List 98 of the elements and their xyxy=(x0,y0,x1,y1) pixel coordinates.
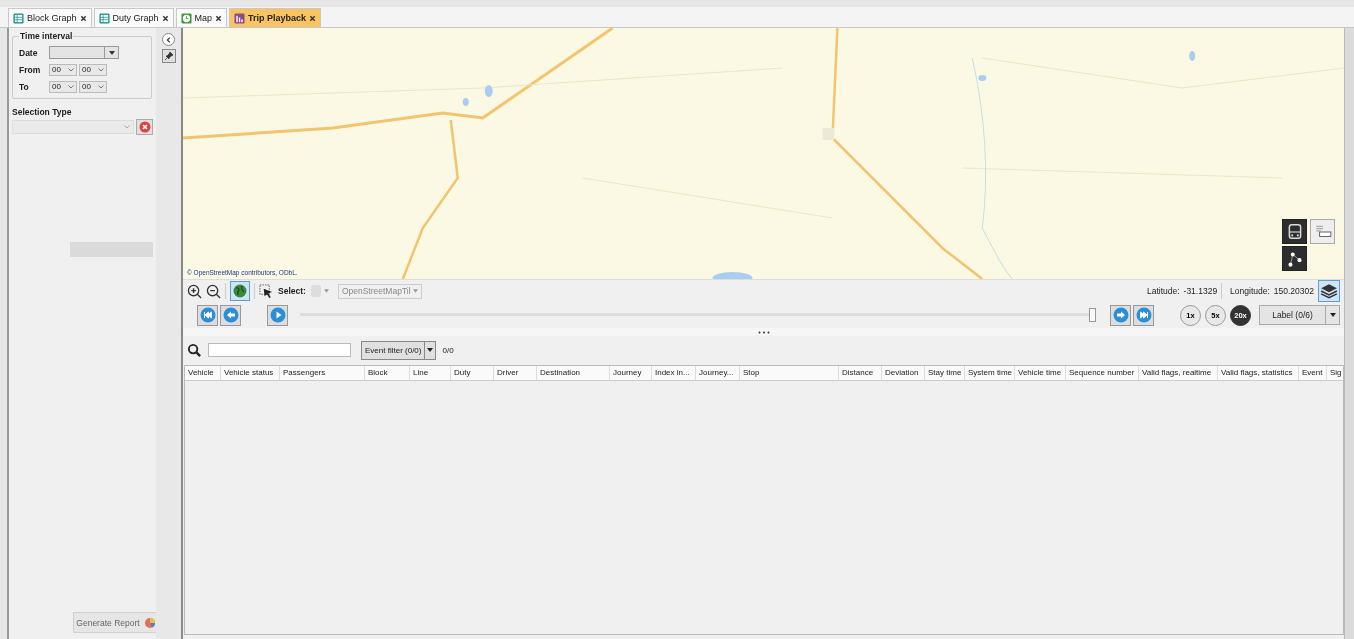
close-icon[interactable] xyxy=(309,14,317,22)
longitude-value: 150.20302 xyxy=(1273,286,1314,296)
field-label: Selection Type xyxy=(12,107,73,117)
dropdown-arrow-icon xyxy=(108,50,115,55)
clear-icon xyxy=(138,121,151,133)
clear-button[interactable] xyxy=(136,119,153,135)
column-header[interactable]: Driver xyxy=(494,366,537,380)
hour-dropdown[interactable]: 00 xyxy=(49,63,77,76)
zoom-out-icon[interactable] xyxy=(206,283,221,299)
grid-icon xyxy=(98,12,110,24)
chevron-down-icon xyxy=(124,125,130,129)
tab[interactable]: Map xyxy=(175,8,228,27)
label-filter-dropdown[interactable]: Label (0/6) xyxy=(1259,305,1340,325)
field-label: To xyxy=(19,81,30,92)
globe-icon xyxy=(232,283,248,299)
column-header[interactable]: Valid flags, statistics xyxy=(1218,366,1299,380)
minute-value: 00 xyxy=(82,65,91,74)
pin-button[interactable] xyxy=(161,49,176,63)
chevron-left-icon xyxy=(164,35,173,44)
grid-icon xyxy=(13,12,24,24)
arrow-left-icon xyxy=(222,307,239,323)
column-header[interactable]: Stay time xyxy=(925,366,965,380)
group-title: Time interval xyxy=(19,31,74,41)
search-field[interactable] xyxy=(208,343,351,357)
column-header[interactable]: Block xyxy=(365,366,410,380)
minute-dropdown[interactable]: 00 xyxy=(79,80,107,93)
layers-icon xyxy=(1320,282,1338,300)
column-header[interactable]: Index in... xyxy=(652,366,696,380)
play-icon xyxy=(269,307,286,323)
column-header[interactable]: Vehicle time xyxy=(1015,366,1066,380)
pin-icon xyxy=(163,51,174,61)
column-header[interactable]: Sequence number xyxy=(1066,366,1139,380)
close-icon[interactable] xyxy=(79,14,87,22)
column-header[interactable]: Vehicle status xyxy=(221,366,280,380)
pie-chart-icon xyxy=(143,616,156,629)
globe-button[interactable] xyxy=(230,281,250,301)
skip-to-end-button[interactable] xyxy=(1133,304,1154,326)
tile-source-value: OpenStreetMapTil xyxy=(341,286,411,296)
grip-icon[interactable] xyxy=(757,330,770,334)
minute-dropdown[interactable]: 00 xyxy=(79,63,107,76)
arrow-right-icon xyxy=(1112,307,1129,323)
column-header[interactable]: Stop xyxy=(740,366,839,380)
generate-report-button[interactable]: Generate Report xyxy=(73,612,159,633)
column-header[interactable]: Destination xyxy=(537,366,610,380)
close-icon[interactable] xyxy=(215,14,223,22)
field-label: From xyxy=(19,64,42,75)
column-header[interactable]: Valid flags, realtime xyxy=(1139,366,1218,380)
column-header[interactable]: Distance xyxy=(839,366,882,380)
longitude-label: Longitude: xyxy=(1230,286,1270,296)
labels-layer-toggle[interactable] xyxy=(1310,219,1335,244)
dropdown-arrow-icon xyxy=(427,348,434,352)
column-header[interactable]: Line xyxy=(410,366,451,380)
column-header[interactable]: Journey... xyxy=(696,366,740,380)
route-layer-toggle[interactable] xyxy=(1282,246,1307,271)
column-header[interactable]: System time xyxy=(965,366,1015,380)
tab[interactable]: Block Graph xyxy=(8,8,92,27)
close-icon[interactable] xyxy=(161,14,169,22)
zoom-in-icon[interactable] xyxy=(187,283,202,299)
minute-value: 00 xyxy=(82,82,91,91)
skip-forward-icon xyxy=(1135,307,1152,323)
column-header[interactable]: Journey xyxy=(610,366,652,380)
hour-dropdown[interactable]: 00 xyxy=(49,80,77,93)
bus-layer-toggle[interactable] xyxy=(1282,219,1307,244)
chevron-down-icon xyxy=(98,67,104,72)
latitude-label: Latitude: xyxy=(1146,286,1180,296)
bar-chart-icon xyxy=(234,12,246,24)
event-filter-dropdown[interactable]: Event filter (0/0) xyxy=(361,340,437,360)
column-header[interactable]: Passengers xyxy=(280,366,365,380)
dropdown-arrow-icon xyxy=(412,289,418,293)
tab[interactable]: Duty Graph xyxy=(93,8,174,27)
selection-cursor-icon[interactable] xyxy=(259,283,274,299)
step-back-button[interactable] xyxy=(220,304,241,326)
dropdown-arrow-icon xyxy=(1329,313,1336,317)
field-label: Date xyxy=(19,47,39,58)
column-header[interactable]: Vehicle xyxy=(185,366,221,380)
chevron-down-icon xyxy=(68,84,74,89)
date-field[interactable] xyxy=(49,46,119,59)
search-icon xyxy=(187,342,202,358)
dropdown-arrow-icon xyxy=(323,289,329,293)
scrollbar[interactable] xyxy=(1344,28,1354,639)
tab[interactable]: Trip Playback xyxy=(229,8,322,27)
clock-icon xyxy=(180,12,192,24)
hour-value: 00 xyxy=(52,82,61,91)
play-button[interactable] xyxy=(267,304,288,326)
collapse-button[interactable] xyxy=(162,33,175,46)
chevron-down-icon xyxy=(68,67,74,72)
latitude-value: -31.1329 xyxy=(1183,286,1218,296)
select-label: Select: xyxy=(278,286,306,296)
hour-value: 00 xyxy=(52,65,61,74)
step-forward-button[interactable] xyxy=(1110,304,1131,326)
layers-button[interactable] xyxy=(1318,280,1340,302)
chevron-down-icon xyxy=(98,84,104,89)
event-count: 0/0 xyxy=(442,345,454,355)
skip-to-start-button[interactable] xyxy=(197,304,218,326)
column-header[interactable]: Event xyxy=(1299,366,1327,380)
column-header[interactable]: Duty xyxy=(451,366,494,380)
column-header[interactable]: Deviation xyxy=(882,366,925,380)
skip-back-icon xyxy=(199,307,216,323)
